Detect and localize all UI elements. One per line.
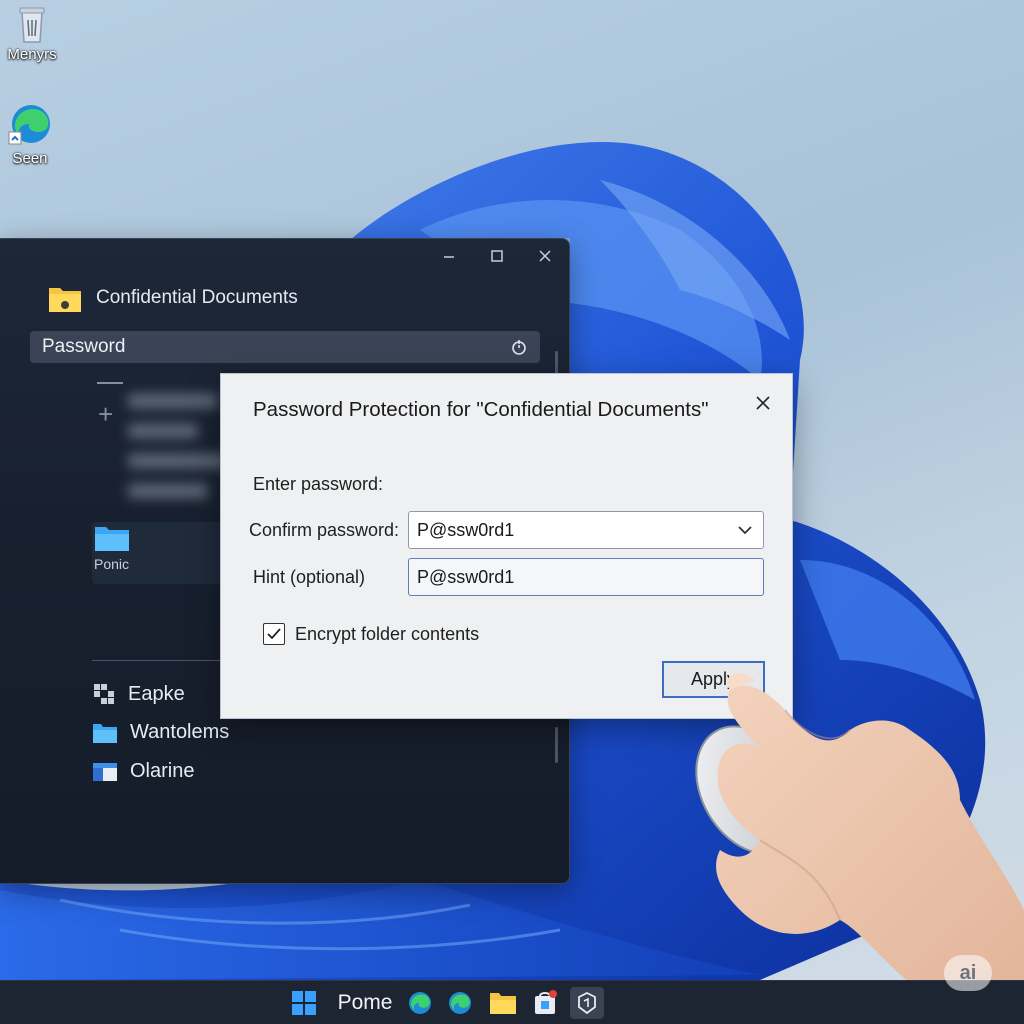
file-explorer-icon [490, 993, 516, 1014]
expand-icon[interactable]: + [98, 401, 113, 427]
settings-icon [578, 991, 596, 1015]
nav-item-label: Wantolems [130, 721, 230, 743]
minimize-button[interactable] [425, 239, 473, 273]
address-bar[interactable]: Password [30, 331, 540, 363]
store-icon [535, 990, 557, 1014]
recycle-bin-icon [19, 7, 45, 43]
nav-item-label: Eapke [128, 682, 185, 705]
nav-item-label: Olarine [130, 760, 195, 782]
window-title: Confidential Documents [48, 283, 298, 313]
hint-field[interactable]: P@ssw0rd1 [408, 558, 764, 596]
maximize-button[interactable] [473, 239, 521, 273]
collapse-icon[interactable] [97, 382, 123, 384]
folder-tile[interactable]: Ponic [92, 522, 222, 584]
chevron-down-icon[interactable] [737, 522, 753, 538]
close-icon [756, 396, 770, 410]
taskbar-edge-2[interactable] [444, 987, 476, 1019]
taskbar-search[interactable]: Pome [330, 987, 400, 1019]
edge-icon [449, 992, 471, 1014]
encrypt-checkbox[interactable] [263, 623, 285, 645]
nav-item-wantolems[interactable]: Wantolems [92, 721, 229, 744]
address-text: Password [42, 336, 126, 357]
folder-icon [93, 723, 117, 743]
taskbar-edge[interactable] [404, 987, 436, 1019]
edge-icon [409, 992, 431, 1014]
checkmark-icon [267, 628, 281, 640]
encrypt-label: Encrypt folder contents [295, 623, 480, 644]
refresh-icon[interactable] [510, 338, 528, 356]
nav-item-eapke[interactable]: Eapke [92, 682, 185, 706]
start-icon [292, 991, 316, 1015]
desktop-icon-edge[interactable]: Seen [0, 102, 66, 167]
window-title-text: Confidential Documents [96, 287, 298, 308]
start-button[interactable] [288, 987, 320, 1019]
password-dialog: Password Protection for "Confidential Do… [220, 373, 793, 719]
hand-with-mouse [695, 672, 1024, 990]
nav-item-olarine[interactable]: Olarine [92, 760, 194, 783]
minimize-icon [444, 256, 454, 258]
apps-grid-icon [94, 684, 114, 704]
scrollbar-thumb-bottom[interactable] [555, 727, 558, 763]
encrypt-option[interactable]: Encrypt folder contents [263, 623, 479, 645]
close-button[interactable] [521, 239, 569, 273]
taskbar-file-explorer[interactable] [486, 987, 520, 1019]
maximize-icon [491, 250, 503, 262]
folder-lock-icon [49, 288, 81, 312]
hint-label: Hint (optional) [253, 567, 366, 587]
taskbar-settings[interactable] [570, 987, 604, 1019]
edge-icon [8, 105, 50, 145]
enter-password-label: Enter password: [253, 474, 384, 494]
desktop-icon-label: Menyrs [7, 46, 57, 63]
dialog-close-button[interactable] [748, 388, 778, 418]
window-icon [93, 762, 117, 781]
confirm-password-field[interactable]: P@ssw0rd1 [408, 511, 764, 549]
desktop-icon-label: Seen [12, 150, 48, 167]
taskbar-store[interactable] [528, 987, 562, 1019]
hint-value: P@ssw0rd1 [417, 566, 515, 587]
dialog-title: Password Protection for "Confidential Do… [253, 398, 709, 421]
ai-watermark: ai [944, 955, 992, 991]
nav-divider [92, 660, 222, 661]
window-controls [425, 239, 569, 273]
blurred-content [128, 394, 228, 498]
close-icon [539, 250, 551, 262]
taskbar-label: Pome [337, 991, 393, 1014]
desktop-icon-recycle-bin[interactable]: Menyrs [0, 4, 68, 63]
taskbar: Pome [0, 980, 1024, 1024]
confirm-password-label: Confirm password: [249, 520, 400, 540]
confirm-password-value: P@ssw0rd1 [417, 519, 515, 540]
folder-icon [95, 527, 129, 551]
folder-tile-label: Ponic [94, 556, 130, 572]
